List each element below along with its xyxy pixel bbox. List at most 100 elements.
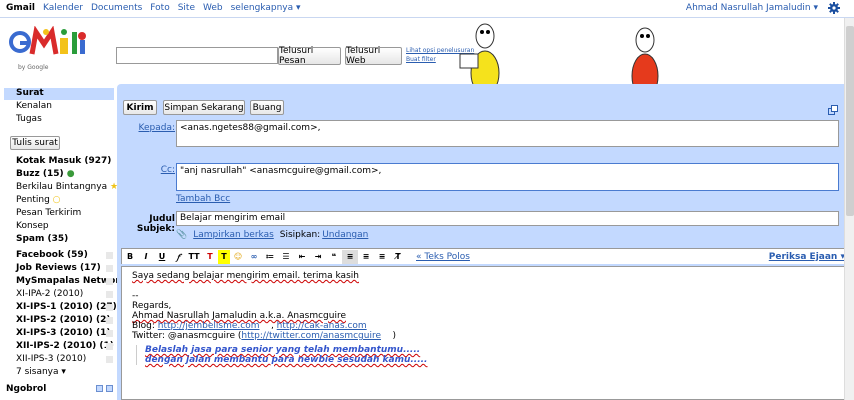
nav-more[interactable]: selengkapnya ▾ — [231, 3, 301, 13]
smiley-icon[interactable]: ☺ — [230, 250, 246, 264]
nav-gmail[interactable]: Gmail — [6, 3, 35, 13]
underline-icon[interactable]: U — [154, 250, 170, 264]
nav-tab-tasks[interactable]: Tugas — [16, 114, 42, 124]
label-item[interactable]: MySmapalas Network ( — [16, 276, 133, 286]
folder-inbox[interactable]: Kotak Masuk (927) — [16, 156, 111, 166]
account-menu[interactable]: Ahmad Nasrullah Jamaludin ▾ — [686, 3, 818, 13]
left-nav: Surat Kenalan Tugas Tulis surat Kotak Ma… — [0, 88, 133, 400]
spell-check-link[interactable]: Periksa Ejaan ▾ — [769, 252, 845, 262]
label-color-box[interactable] — [106, 265, 113, 272]
paperclip-icon: 📎 — [176, 230, 188, 240]
attach-file-link[interactable]: Lampirkan berkas — [193, 230, 274, 240]
numbered-list-icon[interactable]: ≔ — [262, 250, 278, 264]
label-color-box[interactable] — [106, 317, 113, 324]
blog-link[interactable]: http://cak-anas.com — [277, 321, 367, 331]
save-now-button[interactable]: Simpan Sekarang — [163, 100, 245, 115]
align-right-icon[interactable]: ≡ — [374, 250, 390, 264]
to-field[interactable]: <anas.ngetes88@gmail.com>, — [176, 120, 839, 147]
label-item[interactable]: XI-IPS-2 (2010) (2) — [16, 315, 110, 325]
align-center-icon[interactable]: ≡ — [358, 250, 374, 264]
gear-icon[interactable] — [828, 2, 840, 14]
search-input[interactable] — [116, 47, 278, 64]
signature-quote: Belaslah jasa para senior yang telah mem… — [136, 345, 839, 365]
nav-web[interactable]: Web — [203, 3, 223, 13]
nav-site[interactable]: Site — [178, 3, 195, 13]
label-color-box[interactable] — [106, 252, 113, 259]
label-item[interactable]: Job Reviews (17) — [16, 263, 101, 273]
twitter-link[interactable]: http://twitter.com/anasmcguire — [241, 331, 381, 341]
search-mail-button[interactable]: Telusuri Pesan — [278, 46, 341, 66]
label-color-box[interactable] — [106, 330, 113, 337]
highlight-icon[interactable]: T — [218, 249, 230, 264]
logo-sub: by Google — [18, 64, 49, 71]
chat-menu-icon[interactable] — [96, 385, 103, 392]
subject-field[interactable]: Belajar mengirim email — [176, 211, 839, 226]
indent-less-icon[interactable]: ⇤ — [294, 250, 310, 264]
attach-row: 📎 Lampirkan berkas Sisipkan: Undangan — [176, 230, 368, 240]
bullet-list-icon[interactable]: ☰ — [278, 250, 294, 264]
cc-label[interactable]: Cc: — [137, 165, 175, 175]
label-item[interactable]: Facebook (59) — [16, 250, 88, 260]
message-body[interactable]: Saya sedang belajar mengirim email. teri… — [121, 266, 850, 400]
label-item[interactable]: XII-IPS-2 (2010) (1) — [16, 341, 114, 351]
add-bcc-link[interactable]: Tambah Bcc — [176, 194, 230, 204]
cc-field[interactable]: "anj nasrullah" <anasmcguire@gmail.com>, — [176, 163, 839, 191]
label-item[interactable]: XI-IPS-1 (2010) (27) — [16, 302, 117, 312]
indent-more-icon[interactable]: ⇥ — [310, 250, 326, 264]
send-button[interactable]: Kirim — [123, 100, 157, 115]
search-web-button[interactable]: Telusuri Web — [345, 46, 402, 66]
quote-line: dengan jalan membantu para newbie sesuda… — [145, 355, 428, 365]
subject-label: Judul Subjek: — [136, 214, 175, 234]
folder-starred[interactable]: Berkilau Bintangnya ★ — [16, 182, 118, 192]
clear-format-icon[interactable]: T̸ — [390, 250, 406, 264]
nav-kalender[interactable]: Kalender — [43, 3, 83, 13]
plain-text-link[interactable]: « Teks Polos — [416, 252, 470, 262]
scrollbar-thumb[interactable] — [846, 26, 854, 216]
font-size-icon[interactable]: TT — [186, 250, 202, 264]
text-color-icon[interactable]: T — [202, 250, 218, 264]
folder-sent[interactable]: Pesan Terkirim — [16, 208, 81, 218]
folder-important-label: Penting — [16, 195, 50, 205]
label-color-box[interactable] — [106, 356, 113, 363]
label-color-box[interactable] — [106, 278, 113, 285]
label-color-box[interactable] — [106, 343, 113, 350]
chat-collapse-icon[interactable] — [106, 385, 113, 392]
link-icon[interactable]: ∞ — [246, 250, 262, 264]
nav-tab-mail[interactable]: Surat — [4, 88, 114, 100]
signature-twitter: Twitter: @anasmcguire (http://twitter.co… — [132, 331, 839, 341]
folder-spam[interactable]: Spam (35) — [16, 234, 68, 244]
italic-icon[interactable]: I — [138, 250, 154, 264]
to-label[interactable]: Kepada: — [137, 123, 175, 133]
nav-foto[interactable]: Foto — [150, 3, 169, 13]
chat-header[interactable]: Ngobrol — [6, 384, 46, 394]
label-item[interactable]: XI-IPS-3 (2010) (1) — [16, 328, 110, 338]
gmail-logo[interactable]: by Google — [6, 25, 96, 78]
label-color-box[interactable] — [106, 291, 113, 298]
label-color-box[interactable] — [106, 304, 113, 311]
blog-link[interactable]: http://jembelisme.com — [158, 321, 260, 331]
buzz-icon: ● — [66, 169, 75, 179]
bold-icon[interactable]: B — [122, 250, 138, 264]
signature-line: Regards, — [132, 301, 172, 311]
signature-dash: -- — [132, 291, 139, 301]
label-item[interactable]: XII-IPS-3 (2010) — [16, 354, 86, 364]
popout-icon[interactable] — [828, 105, 838, 115]
folder-drafts[interactable]: Konsep — [16, 221, 49, 231]
page-scrollbar[interactable] — [844, 18, 854, 400]
body-line: Saya sedang belajar mengirim email. teri… — [132, 271, 359, 281]
label-item[interactable]: XI-IPA-2 (2010) — [16, 289, 83, 299]
google-nav: Gmail Kalender Documents Foto Site Web s… — [6, 3, 301, 13]
folder-important[interactable]: Penting ○ — [16, 195, 61, 205]
font-icon[interactable]: 𝑓 — [170, 250, 186, 264]
quote-icon[interactable]: ❝ — [326, 250, 342, 264]
align-left-icon[interactable]: ≡ — [342, 249, 358, 264]
compose-button[interactable]: Tulis surat — [10, 136, 60, 150]
nav-documents[interactable]: Documents — [91, 3, 142, 13]
twitter-label: Twitter: @anasmcguire ( — [132, 331, 242, 341]
discard-button[interactable]: Buang — [250, 100, 284, 115]
signature-line: Ahmad Nasrullah Jamaludin a.k.a. Anasmcg… — [132, 311, 346, 321]
folder-buzz[interactable]: Buzz (15) ● — [16, 169, 75, 179]
insert-invitation-link[interactable]: Undangan — [322, 230, 368, 240]
nav-tab-contacts[interactable]: Kenalan — [16, 101, 52, 111]
more-labels-link[interactable]: 7 sisanya ▾ — [16, 367, 66, 377]
